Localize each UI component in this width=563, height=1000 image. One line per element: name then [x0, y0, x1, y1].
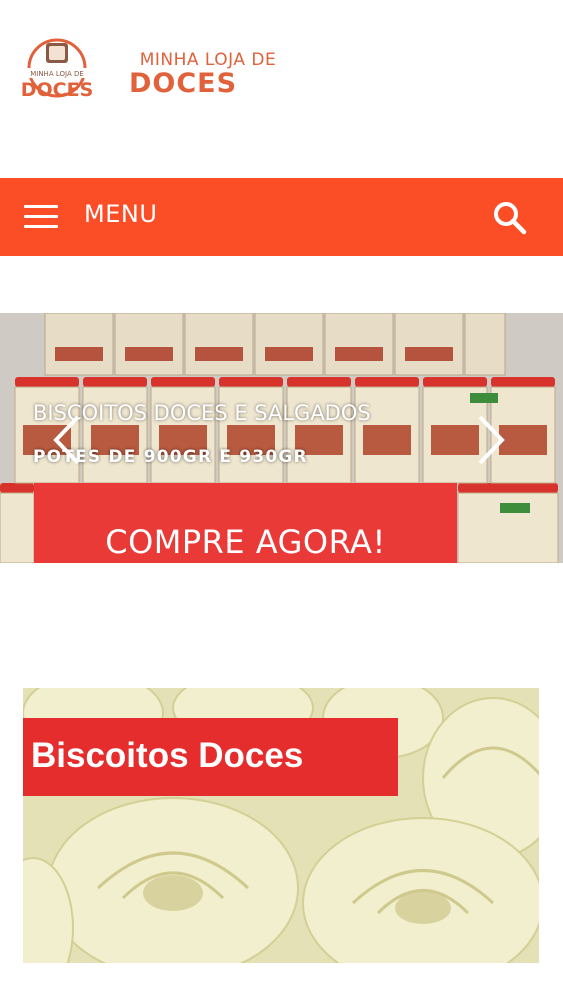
slide-title: BISCOITOS DOCES E SALGADOS: [33, 401, 371, 425]
slider-next-button[interactable]: [476, 413, 506, 467]
buy-now-button[interactable]: COMPRE AGORA!: [34, 483, 457, 563]
buy-now-label: COMPRE AGORA!: [105, 523, 386, 561]
category-banner: Biscoitos Doces: [23, 718, 398, 796]
hamburger-menu-icon[interactable]: [24, 203, 60, 231]
category-label: Biscoitos Doces: [31, 736, 304, 775]
slider-prev-button[interactable]: [52, 413, 82, 467]
search-icon: [494, 202, 527, 235]
main-navbar: MENU: [0, 178, 563, 256]
logo-wordmark: MINHA LOJA DE DOCES: [108, 50, 308, 98]
hero-slider: BISCOITOS DOCES E SALGADOS POTES DE 900G…: [0, 313, 563, 563]
search-button[interactable]: [490, 198, 530, 238]
category-card-biscoitos-doces[interactable]: Biscoitos Doces: [23, 688, 539, 963]
chevron-right-icon: [478, 415, 505, 465]
menu-toggle-label[interactable]: MENU: [84, 200, 157, 228]
logo-line-2: DOCES: [128, 68, 238, 99]
site-header: MINHA LOJA DE DOCES MINHA LOJA DE DOCES: [0, 0, 563, 178]
logo-line-1: MINHA LOJA DE: [139, 50, 277, 70]
chevron-left-icon: [53, 415, 80, 465]
